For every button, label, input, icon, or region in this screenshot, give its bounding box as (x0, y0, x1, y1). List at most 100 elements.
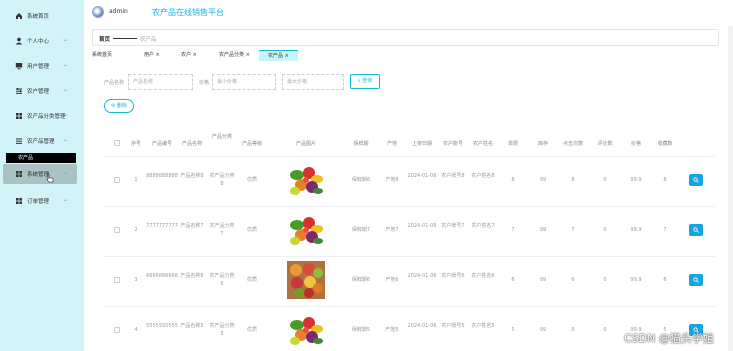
col-header: 点击次数 (562, 141, 583, 147)
search-button-label: 查询 (362, 78, 373, 84)
close-icon[interactable]: × (244, 52, 250, 58)
row-checkbox[interactable] (114, 177, 120, 183)
cell-account: 农户账号6 (441, 273, 465, 279)
sidebar-item-label: 订单管理 (27, 199, 50, 205)
sidebar-item-home[interactable]: 系统首页 (0, 9, 84, 23)
user-icon (15, 37, 23, 45)
min-price-input[interactable]: 最小价格 (212, 74, 276, 90)
breadcrumb-home[interactable]: 首页 (99, 35, 110, 43)
col-header: 产品编号 (151, 141, 172, 147)
row-checkbox[interactable] (114, 327, 120, 333)
cell-index: 3 (134, 277, 138, 283)
price-label: 价格 (199, 80, 210, 86)
col-header: 产地 (386, 141, 397, 147)
cell-farmer: 农户姓名5 (471, 323, 495, 329)
cell-limit: 7 (511, 227, 515, 233)
tab-farmers[interactable]: 农户 × (181, 50, 197, 61)
search-icon (693, 177, 699, 183)
sidebar-item-label: 农户管理 (27, 89, 50, 95)
cell-index: 4 (134, 327, 138, 333)
cell-name: 产品名称6 (180, 273, 204, 279)
sidebar-item-system[interactable]: 系统管理 ⌄ (0, 167, 84, 181)
sidebar-item-orders[interactable]: 订单管理 ⌄ (0, 194, 84, 208)
top-header: admin 农产品在线销售平台 (84, 0, 733, 26)
tab-products[interactable]: 农产品 × (259, 50, 298, 61)
col-header: 保鲜期 (353, 141, 369, 147)
search-icon (693, 227, 699, 233)
col-header: 产品分类 (211, 134, 232, 140)
sidebar-item-category[interactable]: 农产品分类管理 ⌄ (0, 109, 84, 123)
close-icon[interactable]: × (283, 53, 289, 59)
view-details-button[interactable] (689, 274, 703, 286)
row-checkbox[interactable] (114, 277, 120, 283)
tab-users[interactable]: 用户 × (144, 50, 160, 61)
grid-icon (16, 198, 22, 204)
cell-favorites: 8 (663, 177, 667, 183)
tab-category[interactable]: 农产品分类 × (219, 50, 250, 61)
cell-limit: 6 (511, 277, 515, 283)
header-divider (104, 156, 716, 157)
cell-grade: 优质 (246, 177, 257, 183)
cell-origin: 产地7 (385, 227, 399, 233)
product-image[interactable] (287, 211, 325, 249)
tab-label: 用户 (144, 52, 155, 58)
cell-comments: 0 (603, 327, 607, 333)
delete-button[interactable]: ⊘ 删除 (104, 99, 134, 113)
col-header: 评论数 (597, 141, 613, 147)
site-title: 农产品在线销售平台 (152, 8, 224, 17)
view-details-button[interactable] (689, 224, 703, 236)
sidebar-item-label: 农产品管理 (27, 139, 55, 145)
chevron-down-icon: ⌄ (61, 86, 70, 93)
breadcrumb-current: 农产品 (140, 37, 157, 43)
cell-stock: 99 (539, 327, 547, 333)
avatar[interactable] (92, 6, 104, 18)
close-icon[interactable]: × (154, 52, 160, 58)
vertical-scrollbar[interactable] (728, 26, 733, 351)
cell-grade: 优质 (246, 327, 257, 333)
sidebar-item-products[interactable]: 农产品管理 ⌄ (0, 134, 84, 148)
search-button[interactable]: ⌕ 查询 (350, 74, 380, 89)
cell-date: 2024-01-06 (407, 273, 437, 279)
chevron-down-icon: ⌄ (61, 169, 70, 176)
cell-clicks: 7 (571, 227, 575, 233)
tab-label: 系统首页 (92, 52, 113, 58)
product-name-input[interactable]: 产品名称 (128, 74, 193, 90)
cell-date: 2024-01-06 (407, 323, 437, 329)
sidebar-item-profile[interactable]: 个人中心 ⌄ (0, 34, 84, 48)
cell-comments: 0 (603, 177, 607, 183)
product-image[interactable] (287, 161, 325, 199)
cell-category: 农产品分类6 (209, 273, 235, 287)
grid-icon (16, 171, 22, 177)
max-price-input[interactable]: 最大价格 (282, 74, 344, 90)
col-header: 价格 (630, 141, 641, 147)
sidebar: 系统首页 个人中心 ⌄ 用户管理 ⌄ 农户管理 ⌄ 农产品分类管理 ⌄ 农产品管… (0, 0, 84, 351)
col-header: 农户账号 (442, 141, 463, 147)
sidebar-item-label: 系统首页 (27, 14, 50, 20)
tab-home[interactable]: 系统首页 (92, 50, 112, 61)
product-image[interactable] (287, 311, 325, 349)
sidebar-item-farmers[interactable]: 农户管理 ⌄ (0, 84, 84, 98)
sidebar-item-label: 用户管理 (27, 64, 50, 70)
tab-label: 农户 (181, 52, 192, 58)
col-header: 产品等级 (241, 141, 262, 147)
tab-label: 农产品分类 (219, 52, 245, 58)
cell-name: 产品名称7 (180, 223, 204, 229)
cell-favorites: 7 (663, 227, 667, 233)
chevron-down-icon: ⌄ (61, 136, 70, 143)
product-image[interactable] (287, 261, 325, 299)
home-icon (16, 13, 22, 19)
row-checkbox[interactable] (114, 227, 120, 233)
cell-price: 99.9 (630, 277, 642, 283)
col-header: 收藏数 (657, 141, 673, 147)
cell-shelf: 保鲜期7 (351, 227, 371, 233)
sidebar-item-label: 农产品分类管理 (27, 114, 66, 120)
cell-comments: 0 (603, 277, 607, 283)
cell-name: 产品名称5 (180, 323, 204, 329)
cell-price: 99.9 (630, 227, 642, 233)
cell-date: 2024-01-06 (407, 223, 437, 229)
sidebar-subitem-products[interactable]: 农产品 (6, 153, 76, 163)
select-all-checkbox[interactable] (114, 140, 120, 146)
sidebar-item-users[interactable]: 用户管理 ⌄ (0, 59, 84, 73)
close-icon[interactable]: × (191, 52, 197, 58)
view-details-button[interactable] (689, 174, 703, 186)
